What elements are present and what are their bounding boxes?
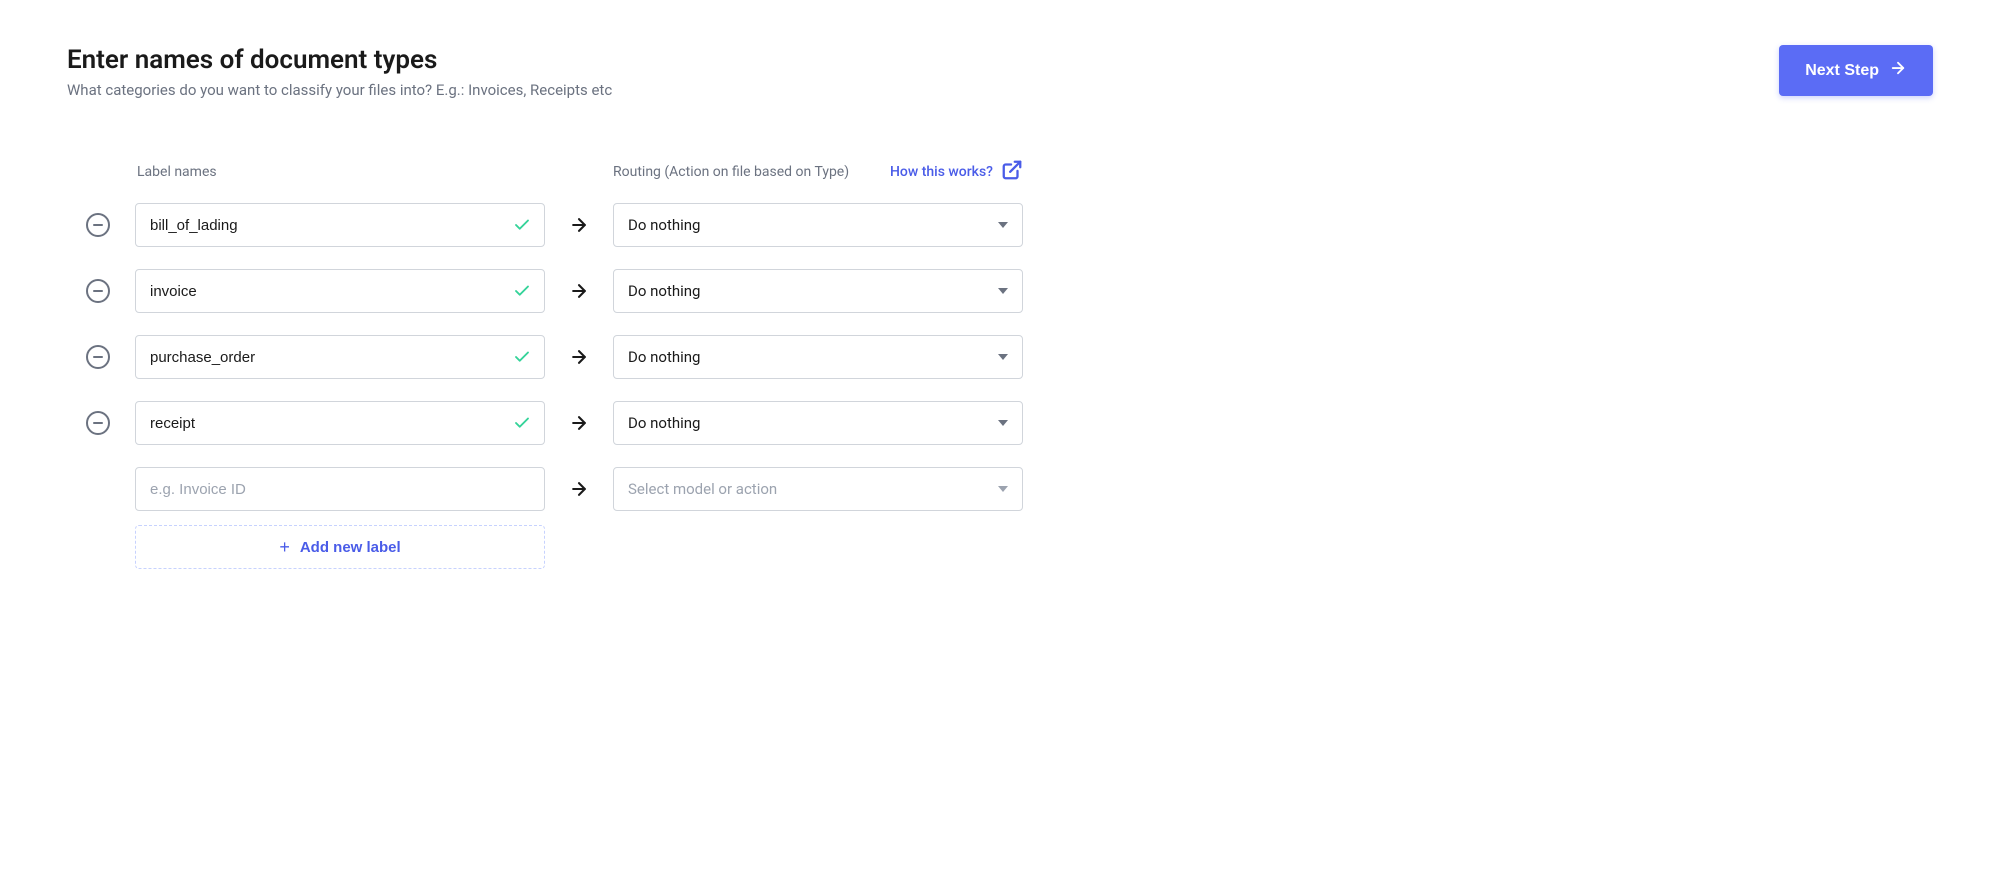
- arrow-right-icon: [569, 413, 589, 433]
- remove-row-button[interactable]: [86, 213, 110, 237]
- routing-header: Routing (Action on file based on Type): [613, 164, 849, 180]
- check-icon: [513, 216, 531, 234]
- plus-icon: +: [279, 538, 290, 556]
- minus-icon: [93, 422, 103, 424]
- minus-icon: [93, 290, 103, 292]
- next-step-label: Next Step: [1805, 62, 1879, 80]
- arrow-right-icon: [569, 479, 589, 499]
- add-label-button[interactable]: + Add new label: [135, 525, 545, 569]
- label-row: Do nothing: [81, 335, 1933, 379]
- caret-down-icon: [998, 354, 1008, 360]
- caret-down-icon: [998, 288, 1008, 294]
- new-label-row: Select model or action: [81, 467, 1933, 511]
- routing-select[interactable]: Do nothing: [613, 203, 1023, 247]
- how-this-works-label: How this works?: [890, 164, 993, 180]
- minus-icon: [93, 224, 103, 226]
- page-title: Enter names of document types: [67, 45, 612, 75]
- routing-select-label: Do nothing: [628, 282, 700, 300]
- label-row: Do nothing: [81, 203, 1933, 247]
- caret-down-icon: [998, 222, 1008, 228]
- arrow-right-icon: [1889, 59, 1907, 82]
- external-link-icon: [1001, 159, 1023, 185]
- arrow-right-icon: [569, 281, 589, 301]
- add-label-text: Add new label: [300, 539, 401, 556]
- caret-down-icon: [998, 420, 1008, 426]
- label-row: Do nothing: [81, 269, 1933, 313]
- new-routing-select[interactable]: Select model or action: [613, 467, 1023, 511]
- label-name-input[interactable]: [135, 335, 545, 379]
- routing-select-label: Do nothing: [628, 348, 700, 366]
- routing-select[interactable]: Do nothing: [613, 335, 1023, 379]
- remove-row-button[interactable]: [86, 279, 110, 303]
- check-icon: [513, 414, 531, 432]
- routing-select-label: Do nothing: [628, 216, 700, 234]
- new-label-input[interactable]: [135, 467, 545, 511]
- label-name-input[interactable]: [135, 269, 545, 313]
- label-names-header: Label names: [135, 164, 545, 180]
- routing-select[interactable]: Do nothing: [613, 401, 1023, 445]
- arrow-right-icon: [569, 215, 589, 235]
- routing-select-label: Select model or action: [628, 480, 777, 498]
- how-this-works-link[interactable]: How this works?: [890, 159, 1023, 185]
- routing-select-label: Do nothing: [628, 414, 700, 432]
- check-icon: [513, 348, 531, 366]
- next-step-button[interactable]: Next Step: [1779, 45, 1933, 96]
- check-icon: [513, 282, 531, 300]
- remove-row-button[interactable]: [86, 411, 110, 435]
- page-subtitle: What categories do you want to classify …: [67, 81, 612, 99]
- arrow-right-icon: [569, 347, 589, 367]
- caret-down-icon: [998, 486, 1008, 492]
- remove-row-button[interactable]: [86, 345, 110, 369]
- routing-select[interactable]: Do nothing: [613, 269, 1023, 313]
- minus-icon: [93, 356, 103, 358]
- label-row: Do nothing: [81, 401, 1933, 445]
- label-name-input[interactable]: [135, 203, 545, 247]
- label-name-input[interactable]: [135, 401, 545, 445]
